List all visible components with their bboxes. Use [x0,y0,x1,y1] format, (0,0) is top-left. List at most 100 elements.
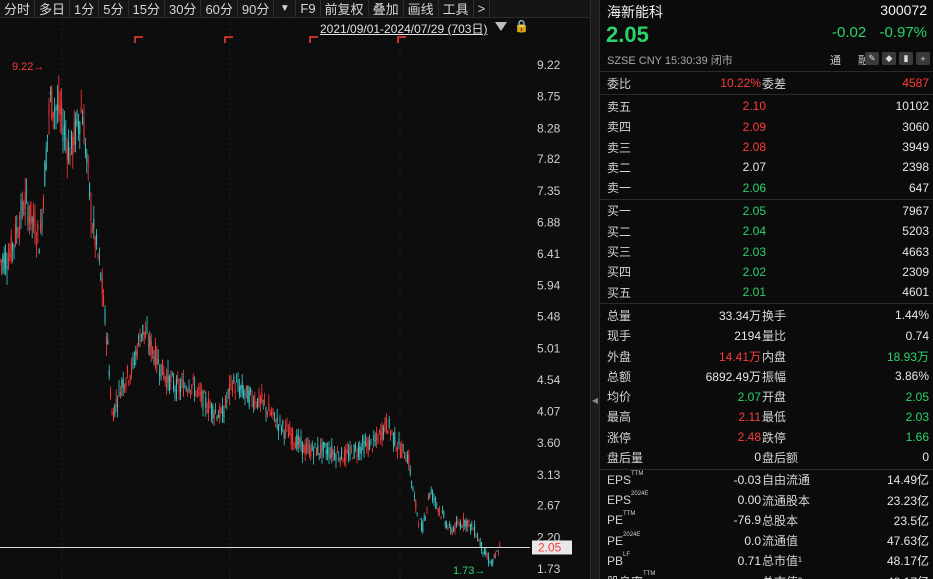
candle-body [350,448,352,450]
candle-body [65,136,67,140]
fund-label-text: PE [607,513,624,528]
candle-body [199,391,201,395]
period-tab-multiday[interactable]: 多日 [35,0,71,18]
bids-row[interactable]: 买五 2.01 4601 [600,282,933,302]
asks-row[interactable]: 卖三 2.08 3949 [600,137,933,157]
stat-label-2: 内盘 [762,349,787,364]
candle-body [300,437,302,447]
fund-label-2: 总市值¹ [762,554,802,569]
candle-body [126,365,128,375]
y-tick-label: 9.22 [537,58,561,72]
candle-body [177,379,179,383]
period-tab-fenshi[interactable]: 分时 [0,0,36,18]
period-dropdown-icon[interactable]: ▼ [274,0,297,18]
alert-bell-icon[interactable]: ◆ [882,52,896,65]
candle-body [145,331,147,338]
candle-body [31,217,33,223]
collapse-arrow-icon[interactable]: ◀ [591,380,599,420]
candle-body [474,524,476,536]
candle-body [231,386,233,394]
bookmark-icon[interactable]: ▮ [899,52,913,65]
candle-body [447,527,449,529]
candle-body [371,448,373,451]
stat-label-2: 振幅 [762,369,787,384]
panel-divider[interactable] [590,0,600,579]
fund-row: EPS2024E 0.00 流通股本 23.23亿 [600,490,933,510]
candle-body [135,351,137,356]
candle-body [157,358,159,365]
asks-row[interactable]: 卖一 2.06 647 [600,177,933,197]
y-tick-label: 5.48 [537,310,561,324]
candle-body [146,327,148,332]
kline-chart-pane[interactable]: 9.22 8.75 8.28 7.82 7.35 6.88 6.41 5.94 5.48 5.01… [0,18,590,579]
tools-button[interactable]: 工具 [439,0,474,18]
candle-body [2,256,4,263]
adjust-button[interactable]: 前复权 [321,0,369,18]
f9-button[interactable]: F9 [296,0,321,18]
period-tab-15m[interactable]: 15分 [129,0,165,18]
candle-body [166,376,168,388]
candle-body [387,430,389,434]
y-tick-label: 3.60 [537,436,561,450]
bids-row[interactable]: 买一 2.05 7967 [600,201,933,221]
candle-body [360,447,362,454]
date-range-link[interactable]: 2021/09/01-2024/07/29 (703日) [320,20,487,37]
add-icon[interactable]: + [916,52,930,65]
period-tab-1m[interactable]: 1分 [70,0,100,18]
fund-label-2: 总股本 [762,513,799,528]
bids-row[interactable]: 买四 2.02 2309 [600,262,933,282]
header-icons: ✎ ◆ ▮ + [865,52,930,65]
candle-body [495,554,497,557]
asks-row[interactable]: 卖五 2.10 10102 [600,96,933,116]
weibi-row: 委比 10.22% 委差 4587 [600,73,933,93]
candle-body [427,495,429,500]
bids-row[interactable]: 买三 2.03 4663 [600,241,933,261]
period-tab-90m[interactable]: 90分 [238,0,275,18]
stat-value-2: 18.93万 [886,349,929,364]
stat-value-2: 1.66 [905,430,929,445]
edit-icon[interactable]: ✎ [865,52,879,65]
candle-body [9,253,11,258]
asks-row[interactable]: 卖二 2.07 2398 [600,157,933,177]
candle-body [6,266,8,271]
asks-volume: 2398 [902,160,929,175]
candle-body [289,426,291,436]
candle-body [287,432,289,438]
draw-button[interactable]: 画线 [404,0,439,18]
more-button[interactable]: > [474,0,491,18]
quote-panel: 海新能科 300072 2.05 -0.02 -0.97% SZSE CNY 1… [600,0,933,579]
candle-body [202,390,204,410]
candle-body [286,424,288,426]
stat-value: 2.11 [738,409,761,424]
asks-row[interactable]: 卖四 2.09 3060 [600,117,933,137]
y-tick-label: 8.75 [537,90,561,104]
candle-body [390,432,392,436]
y-tick-label: 4.07 [537,405,561,419]
candle-body [224,396,226,407]
period-tab-60m[interactable]: 60分 [201,0,238,18]
fund-label: EPS2024E [607,491,648,507]
candle-body [255,405,257,406]
y-tick-label: 3.13 [537,468,561,482]
period-tab-30m[interactable]: 30分 [165,0,202,18]
overlay-button[interactable]: 叠加 [369,0,404,18]
period-tab-5m[interactable]: 5分 [99,0,129,18]
lock-icon[interactable]: 🔒 [514,19,529,33]
candle-body [93,218,95,228]
y-tick-label: 1.73 [537,562,561,576]
candle-body [364,440,366,445]
range-dropdown-icon[interactable] [495,22,507,31]
fund-value-2: 23.5亿 [893,513,929,528]
stat-label-2: 跌停 [762,430,787,445]
stat-value-2: 2.05 [905,389,929,404]
bids-row[interactable]: 买二 2.04 5203 [600,221,933,241]
asks-level-label: 卖四 [607,120,632,135]
bids-price: 2.02 [742,264,766,279]
candle-body [269,412,271,415]
candle-body [220,408,222,413]
candle-body [266,412,268,415]
kline-chart[interactable]: 9.22 8.75 8.28 7.82 7.35 6.88 6.41 5.94 5.48 5.01… [0,18,590,579]
candle-body [245,385,247,390]
candle-body [238,387,240,396]
candle-body [362,438,364,445]
